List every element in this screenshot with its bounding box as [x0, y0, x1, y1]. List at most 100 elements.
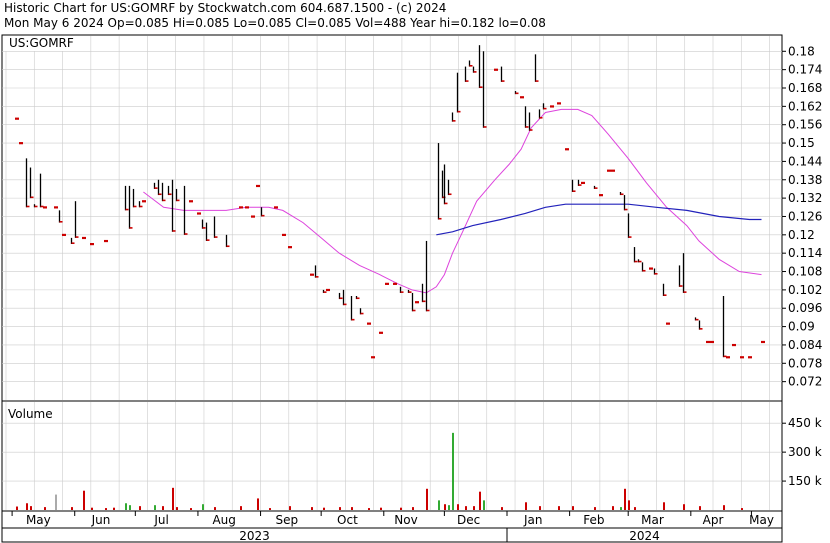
close-tick — [565, 148, 569, 151]
close-tick — [239, 206, 243, 209]
close-tick — [732, 343, 736, 347]
volume-bar — [71, 507, 73, 510]
volume-bar — [558, 506, 560, 510]
volume-bar — [594, 507, 596, 510]
close-tick — [379, 331, 383, 334]
month-label: Aug — [212, 513, 235, 527]
volume-bar — [16, 506, 18, 510]
month-label: Oct — [337, 513, 358, 527]
volume-bar — [457, 504, 459, 510]
chart-title: Historic Chart for US:GOMRF by Stockwatc… — [4, 1, 446, 15]
close-tick — [142, 200, 146, 203]
month-label: Nov — [394, 513, 417, 527]
volume-bar — [723, 505, 725, 510]
month-label: Jul — [153, 513, 168, 527]
month-label: Sep — [276, 513, 299, 527]
y-tick-label: 0.138 — [788, 173, 822, 187]
volume-bar — [438, 500, 440, 510]
price-panel: 0.18 0.174 0.168 0.162 0.156 0.15 0.144 0.138 0.… — [1, 34, 822, 402]
volume-bar — [628, 500, 630, 510]
volume-bar — [452, 432, 454, 510]
y-tick-label: 0.18 — [788, 44, 815, 58]
close-tick — [385, 282, 389, 285]
volume-panel: 450 k 300 k 150 k Volume — [1, 400, 822, 512]
y-tick-label: 0.15 — [788, 136, 815, 150]
close-tick — [282, 233, 286, 237]
volume-bar — [620, 507, 622, 510]
close-tick — [189, 200, 193, 203]
year-axis-band — [1, 527, 783, 543]
y-tick-label: 0.09 — [788, 320, 815, 334]
stock-chart: Historic Chart for US:GOMRF by Stockwatc… — [0, 0, 830, 543]
volume-bar — [368, 508, 370, 510]
symbol-label: US:GOMRF — [9, 36, 74, 50]
volume-bar — [125, 503, 127, 510]
volume-bar — [91, 507, 93, 510]
volume-bar — [26, 503, 28, 510]
volume-bar — [741, 508, 743, 510]
close-tick — [393, 282, 397, 285]
volume-bar — [572, 506, 574, 510]
close-tick — [726, 356, 730, 359]
close-tick — [611, 169, 615, 172]
close-tick — [710, 340, 714, 344]
volume-bar — [412, 507, 414, 510]
month-label: Dec — [457, 513, 480, 527]
close-tick — [90, 243, 94, 246]
volume-bar — [634, 507, 636, 510]
volume-bar — [400, 507, 402, 510]
close-tick — [520, 96, 524, 99]
volume-bar — [154, 505, 156, 510]
month-label: Apr — [703, 513, 724, 527]
y-tick-label: 0.156 — [788, 118, 822, 132]
volume-bar — [351, 507, 353, 510]
close-tick — [599, 194, 603, 197]
close-tick — [288, 246, 292, 249]
volume-bar — [624, 488, 626, 510]
y-tick-label: 0.108 — [788, 265, 822, 279]
volume-bar — [311, 507, 313, 510]
close-tick — [197, 212, 201, 215]
close-tick — [274, 206, 278, 209]
volume-tick-label: 300 k — [788, 445, 822, 459]
close-tick — [494, 68, 498, 71]
volume-bar — [323, 507, 325, 510]
volume-bar — [83, 490, 85, 510]
volume-bar — [289, 506, 291, 510]
y-tick-label: 0.12 — [788, 228, 815, 242]
close-tick — [415, 301, 419, 304]
volume-bar — [473, 506, 475, 510]
volume-bar — [426, 488, 428, 510]
close-tick — [326, 288, 330, 292]
volume-bar — [44, 507, 46, 510]
volume-bar — [105, 508, 107, 510]
x-axis: May Jun Jul Aug Sep Oct Nov Dec Jan Feb Mar Apr May … — [1, 510, 783, 543]
month-axis-band — [1, 510, 783, 529]
y-tick-label: 0.174 — [788, 63, 822, 77]
close-tick — [607, 169, 611, 172]
volume-bar — [339, 507, 341, 510]
volume-bar — [214, 507, 216, 510]
close-tick — [740, 356, 744, 359]
close-tick — [649, 267, 653, 270]
close-tick — [19, 142, 23, 145]
volume-bar — [448, 505, 450, 510]
close-tick — [15, 117, 19, 120]
y-tick-label: 0.102 — [788, 283, 822, 297]
volume-bar — [539, 506, 541, 510]
volume-tick-label: 450 k — [788, 416, 822, 430]
volume-bar — [240, 506, 242, 510]
volume-bar — [269, 508, 271, 510]
close-tick — [104, 239, 108, 243]
volume-label: Volume — [8, 407, 53, 421]
y-tick-label: 0.126 — [788, 209, 822, 223]
volume-bar — [683, 504, 685, 510]
y-tick-label: 0.078 — [788, 356, 822, 370]
volume-bar — [465, 506, 467, 510]
volume-bar — [190, 508, 192, 510]
close-tick — [62, 233, 66, 237]
volume-bar — [612, 506, 614, 510]
volume-bar — [55, 494, 57, 510]
volume-bar — [202, 504, 204, 510]
volume-bar — [525, 502, 527, 510]
